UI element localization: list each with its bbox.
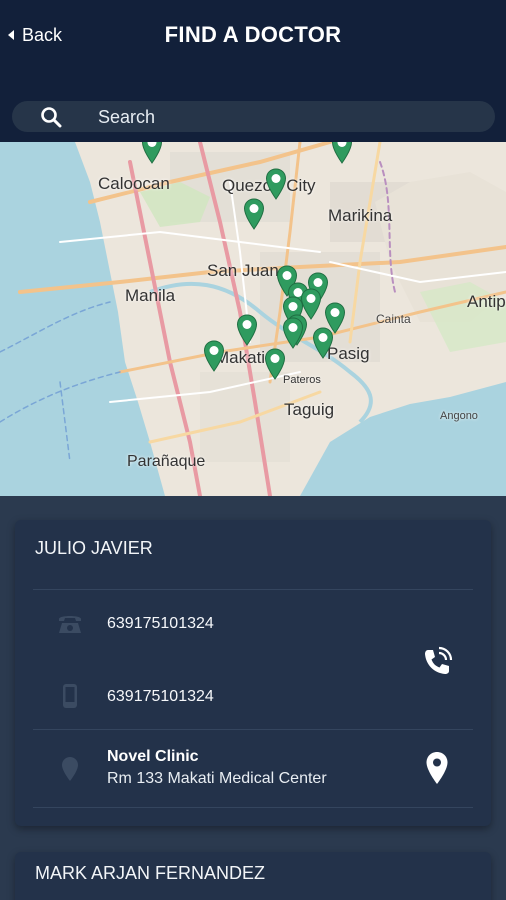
map-label: Manila xyxy=(125,286,176,305)
map-label: Pateros xyxy=(283,374,321,386)
map-marker-icon[interactable] xyxy=(331,142,353,164)
clinic-address: Rm 133 Makati Medical Center xyxy=(107,770,327,787)
divider xyxy=(33,729,473,730)
doctor-name: MARK ARJAN FERNANDEZ xyxy=(35,863,266,883)
mobile-phone-icon xyxy=(55,681,85,711)
map-label: Taguig xyxy=(284,400,335,419)
divider xyxy=(33,589,473,590)
phone-number[interactable]: 639175101324 xyxy=(107,615,214,633)
search-icon xyxy=(41,107,62,128)
map-label: Angono xyxy=(440,410,478,422)
doctor-card[interactable]: JULIO JAVIER 639175101324 639175101324 N… xyxy=(15,520,491,826)
app-header: Back FIND A DOCTOR Search xyxy=(0,0,506,142)
map-marker-icon[interactable] xyxy=(243,198,265,230)
search-placeholder: Search xyxy=(98,107,156,127)
telephone-icon xyxy=(55,609,85,639)
doctor-card[interactable]: MARK ARJAN FERNANDEZ xyxy=(15,852,491,900)
search-input[interactable]: Search xyxy=(12,101,495,132)
phone-call-icon[interactable] xyxy=(417,642,457,682)
map-marker-icon[interactable] xyxy=(265,168,287,200)
clinic-name: Novel Clinic xyxy=(107,748,199,765)
map-marker-icon[interactable] xyxy=(141,142,163,164)
map-marker-icon[interactable] xyxy=(264,348,286,380)
map-label: Marikina xyxy=(328,206,393,225)
map-label: Cainta xyxy=(376,312,411,326)
location-pin-icon xyxy=(55,754,85,784)
location-pin-icon[interactable] xyxy=(417,748,457,788)
map-label: Caloocan xyxy=(98,174,170,193)
map-marker-icon[interactable] xyxy=(312,327,334,359)
map-marker-icon[interactable] xyxy=(282,317,304,349)
page-title: FIND A DOCTOR xyxy=(164,22,342,47)
mobile-number[interactable]: 639175101324 xyxy=(107,688,214,706)
map-marker-icon[interactable] xyxy=(203,340,225,372)
map-view[interactable]: Caloocan Quezon City Marikina San Juan M… xyxy=(0,142,506,496)
map-label: San Juan xyxy=(207,261,279,280)
map-label: Antip xyxy=(467,292,506,311)
map-marker-icon[interactable] xyxy=(236,314,258,346)
doctor-name: JULIO JAVIER xyxy=(35,538,153,558)
divider xyxy=(33,807,473,808)
map-label: Parañaque xyxy=(127,453,206,470)
